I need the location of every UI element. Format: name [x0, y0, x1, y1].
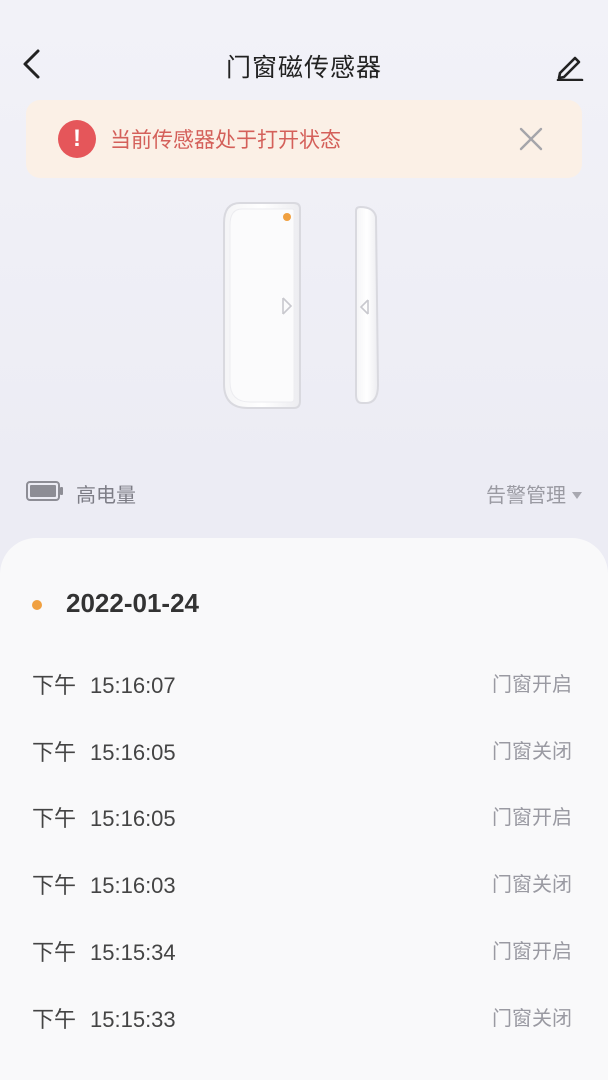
event-status: 门窗开启: [492, 672, 572, 696]
top-bar: 门窗磁传感器: [0, 0, 608, 100]
event-status: 门窗关闭: [492, 739, 572, 763]
magnet-body: [355, 205, 380, 404]
alarm-management-dropdown[interactable]: 告警管理: [486, 479, 582, 508]
page-title: 门窗磁传感器: [225, 53, 382, 82]
event-row: 下午 15:16:07 门窗开启: [0, 668, 608, 708]
event-row: 下午 15:16:05 门窗开启: [0, 801, 608, 841]
event-row: 下午 15:15:33 门窗关闭: [0, 1002, 608, 1042]
event-status: 门窗关闭: [492, 1006, 572, 1030]
edit-button[interactable]: [554, 48, 586, 84]
date-dot-icon: [32, 600, 42, 610]
close-button[interactable]: [516, 124, 546, 154]
event-row: 下午 15:16:05 门窗关闭: [0, 735, 608, 775]
event-row: 下午 15:15:34 门窗开启: [0, 935, 608, 975]
alert-message: 当前传感器处于打开状态: [110, 128, 341, 152]
event-time: 下午 15:16:07: [32, 673, 176, 699]
battery-level-label: 高电量: [76, 483, 136, 507]
log-date: 2022-01-24: [66, 588, 199, 618]
pencil-icon: [556, 56, 584, 81]
history-card: 2022-01-24 下午 15:16:07 门窗开启 下午 15:16:05 门窗…: [0, 538, 608, 1080]
event-time: 下午 15:16:03: [32, 873, 176, 899]
event-status: 门窗开启: [492, 805, 572, 829]
event-time: 下午 15:16:05: [32, 806, 176, 832]
event-time: 下午 15:15:34: [32, 940, 176, 966]
alert-banner: ! 当前传感器处于打开状态: [26, 100, 582, 178]
event-status: 门窗关闭: [492, 872, 572, 896]
battery-full-icon: [26, 480, 64, 502]
indicator-light: [283, 213, 291, 221]
exclamation-circle-icon: !: [58, 120, 96, 158]
event-time: 下午 15:16:05: [32, 740, 176, 766]
event-time: 下午 15:15:33: [32, 1007, 176, 1033]
sensor-illustration: [214, 195, 394, 425]
event-row: 下午 15:16:03 门窗关闭: [0, 868, 608, 908]
page: 门窗磁传感器 ! 当前传感器处于打开状态 高电量 告警管理 2022-01-24…: [0, 0, 608, 1080]
event-status: 门窗开启: [492, 939, 572, 963]
alarm-management-label: 告警管理: [486, 483, 566, 507]
close-icon: [519, 127, 543, 151]
caret-down-icon: [572, 491, 582, 499]
